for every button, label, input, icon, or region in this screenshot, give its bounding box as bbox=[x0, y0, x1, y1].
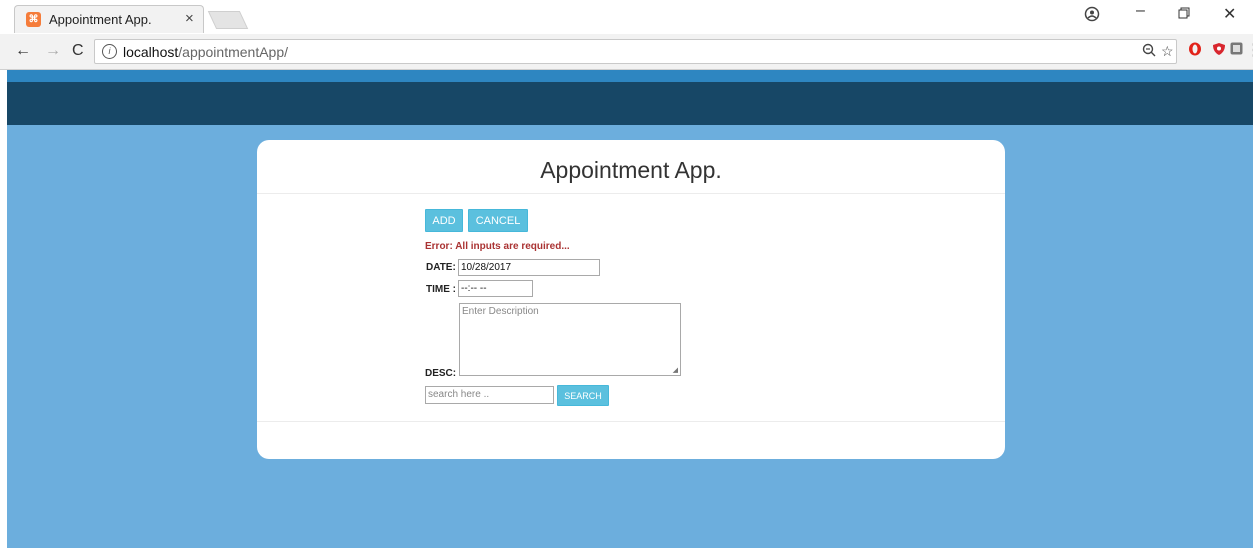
extension-icon[interactable] bbox=[1230, 42, 1243, 59]
cancel-button[interactable]: CANCEL bbox=[468, 209, 528, 232]
add-button[interactable]: ADD bbox=[425, 209, 463, 232]
title-divider bbox=[257, 193, 1005, 194]
new-tab-button[interactable] bbox=[207, 11, 249, 29]
profile-icon[interactable] bbox=[1084, 6, 1100, 27]
description-textarea[interactable]: Enter Description ◢ bbox=[459, 303, 681, 376]
search-input[interactable]: search here .. bbox=[425, 386, 554, 404]
restore-icon[interactable] bbox=[1178, 6, 1190, 24]
shield-icon[interactable] bbox=[1212, 42, 1226, 60]
page-title: Appointment App. bbox=[540, 157, 722, 183]
app-favicon-icon: ⌘ bbox=[26, 12, 41, 27]
address-bar[interactable]: i localhost/appointmentApp/ ☆ bbox=[94, 39, 1177, 64]
back-icon[interactable]: ← bbox=[15, 42, 31, 60]
minimize-icon[interactable]: – bbox=[1136, 2, 1145, 20]
resize-handle-icon[interactable]: ◢ bbox=[673, 366, 678, 374]
info-icon[interactable]: i bbox=[102, 44, 117, 59]
search-button[interactable]: SEARCH bbox=[557, 385, 609, 406]
time-label: TIME : bbox=[426, 284, 456, 295]
top-stripe bbox=[7, 70, 1253, 82]
star-icon[interactable]: ☆ bbox=[1161, 43, 1174, 60]
browser-tab[interactable]: ⌘ Appointment App. × bbox=[14, 5, 204, 33]
description-placeholder: Enter Description bbox=[462, 306, 539, 317]
tab-strip: ⌘ Appointment App. × – ✕ bbox=[0, 0, 1253, 34]
page-viewport: Appointment App. ADD CANCEL Error: All i… bbox=[7, 70, 1253, 548]
opera-icon[interactable] bbox=[1188, 42, 1202, 60]
date-field[interactable]: 10/28/2017 bbox=[458, 259, 600, 276]
header-bar bbox=[7, 82, 1253, 125]
zoom-icon[interactable] bbox=[1142, 43, 1156, 60]
desc-label: DESC: bbox=[425, 368, 457, 379]
search-placeholder: search here .. bbox=[428, 389, 490, 400]
reload-icon[interactable]: C bbox=[72, 42, 84, 60]
tab-close-icon[interactable]: × bbox=[185, 10, 194, 27]
close-icon[interactable]: ✕ bbox=[1223, 4, 1236, 24]
address-toolbar: ← → C i localhost/appointmentApp/ ☆ bbox=[0, 34, 1253, 70]
date-label: DATE: bbox=[426, 262, 456, 273]
error-message: Error: All inputs are required... bbox=[425, 241, 570, 252]
time-field[interactable]: --:-- -- bbox=[458, 280, 533, 297]
tab-title: Appointment App. bbox=[49, 12, 152, 27]
menu-icon[interactable]: ⋮ bbox=[1246, 40, 1253, 60]
url-text: localhost/appointmentApp/ bbox=[123, 44, 289, 60]
forward-icon[interactable]: → bbox=[45, 42, 61, 60]
appointment-card: Appointment App. ADD CANCEL Error: All i… bbox=[257, 140, 1005, 459]
footer-divider bbox=[257, 421, 1005, 422]
